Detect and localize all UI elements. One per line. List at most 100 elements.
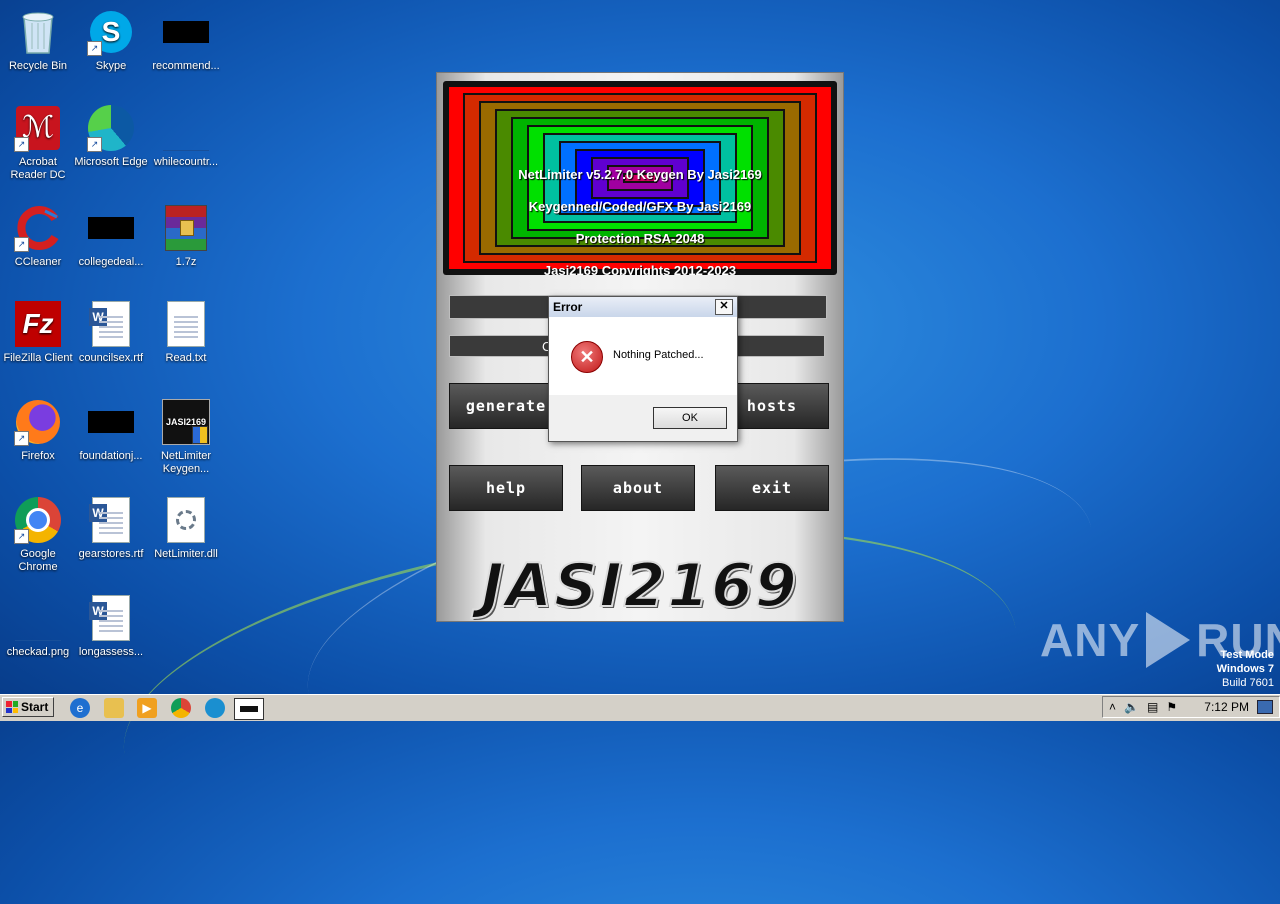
desktop-icon-label: whilecountr... — [153, 156, 219, 168]
desktop-icon-label: 1.7z — [175, 256, 197, 268]
error-message: Nothing Patched... — [613, 349, 704, 361]
exit-button[interactable]: EXIT — [715, 465, 829, 511]
desktop-icon-label: NetLimiter.dll — [154, 548, 218, 560]
desktop-icon-label: Skype — [95, 60, 127, 72]
shortcut-arrow-icon: ↗ — [14, 431, 29, 446]
recycle-bin-icon — [14, 8, 62, 56]
text-file-icon — [162, 300, 210, 348]
desktop-icon-label: CCleaner — [14, 256, 62, 268]
desktop-icon-skype[interactable]: S ↗ Skype — [73, 8, 149, 73]
system-tray: ˄ 🔈 ▤ ⚑ 7:12 PM — [1102, 696, 1280, 718]
desktop-icon-label: foundationj... — [79, 450, 143, 462]
start-button[interactable]: Start — [2, 697, 54, 717]
help-button[interactable]: HELP — [449, 465, 563, 511]
banner-title: NetLimiter v5.2.7.0 Keygen By Jasi2169 — [518, 167, 762, 182]
explorer-icon[interactable] — [104, 698, 124, 718]
ccleaner-icon: ↗ — [14, 204, 62, 252]
word-doc-icon: W — [87, 496, 135, 544]
black-thumbnail-icon — [87, 398, 135, 446]
desktop-icon-label: FileZilla Client — [3, 352, 73, 364]
desktop-icon-label: checkad.png — [6, 646, 70, 658]
desktop-icon-netlimiter-dll[interactable]: NetLimiter.dll — [148, 496, 224, 561]
banner-credits: Keygenned/Coded/GFX By Jasi2169 — [528, 199, 752, 214]
desktop-icon-label: Acrobat Reader DC — [10, 156, 66, 181]
word-doc-icon: W — [87, 594, 135, 642]
os-label: Windows 7 — [1216, 663, 1274, 675]
about-button[interactable]: ABOUT — [581, 465, 695, 511]
shortcut-arrow-icon: ↗ — [14, 529, 29, 544]
chrome-taskbar-icon[interactable] — [171, 698, 191, 718]
edge-taskbar-icon[interactable] — [205, 698, 225, 718]
desktop-icon-label: Microsoft Edge — [74, 156, 148, 168]
word-doc-icon: W — [87, 300, 135, 348]
chrome-icon: ↗ — [14, 496, 62, 544]
build-label: Build 7601 — [1222, 677, 1274, 689]
blank-thumbnail-icon — [162, 104, 210, 152]
shortcut-arrow-icon: ↗ — [14, 237, 29, 252]
test-mode-label: Test Mode — [1220, 649, 1274, 661]
desktop-icon-foundation[interactable]: foundationj... — [73, 398, 149, 463]
winrar-icon — [162, 204, 210, 252]
jasi2169-logo: JASI2169 — [480, 551, 799, 621]
desktop-icon-label: Read.txt — [165, 352, 207, 364]
desktop-icon-label: collegedeal... — [78, 256, 144, 268]
play-icon — [1146, 612, 1191, 668]
volume-icon[interactable]: 🔈 — [1124, 700, 1139, 714]
show-desktop-icon[interactable] — [1257, 700, 1273, 714]
desktop-icon-whilecountr[interactable]: whilecountr... — [148, 104, 224, 169]
black-thumbnail-icon — [162, 8, 210, 56]
desktop-icon-acrobat[interactable]: ℳ ↗ Acrobat Reader DC — [0, 104, 76, 182]
desktop-icon-filezilla[interactable]: Fz FileZilla Client — [0, 300, 76, 365]
watermark-any: ANY — [1040, 614, 1141, 666]
filezilla-icon: Fz — [14, 300, 62, 348]
error-icon: ✕ — [571, 341, 603, 373]
desktop-icon-recycle-bin[interactable]: Recycle Bin — [0, 8, 76, 73]
test-mode-notice: Test Mode Windows 7 Build 7601 — [1217, 648, 1274, 690]
up-arrow-icon[interactable]: ˄ — [1109, 700, 1116, 714]
desktop-icon-ccleaner[interactable]: ↗ CCleaner — [0, 204, 76, 269]
clock[interactable]: 7:12 PM — [1204, 700, 1249, 714]
skype-icon: S ↗ — [87, 8, 135, 56]
desktop-icon-recommend[interactable]: recommend... — [148, 8, 224, 73]
desktop-icon-1-7z[interactable]: 1.7z — [148, 204, 224, 269]
blank-thumbnail-icon — [14, 594, 62, 642]
shortcut-arrow-icon: ↗ — [14, 137, 29, 152]
desktop-icon-label: Firefox — [21, 450, 55, 462]
desktop-icon-councilsex[interactable]: W councilsex.rtf — [73, 300, 149, 365]
desktop-icon-label: NetLimiter Keygen... — [160, 450, 212, 475]
black-thumbnail-icon — [87, 204, 135, 252]
network-icon[interactable]: ▤ — [1147, 700, 1158, 714]
desktop-icon-label: councilsex.rtf — [78, 352, 144, 364]
banner-copyright: Jasi2169 Copyrights 2012-2023 — [543, 263, 737, 275]
dialog-titlebar[interactable]: Error ✕ — [549, 297, 737, 317]
taskbar: Start e ▶ ˄ 🔈 ▤ ⚑ 7:12 PM — [0, 694, 1280, 721]
error-dialog[interactable]: Error ✕ ✕ Nothing Patched... OK — [548, 296, 738, 442]
desktop-icon-label: Google Chrome — [18, 548, 58, 573]
windows-logo-icon — [6, 701, 18, 713]
keygen-taskbar-icon[interactable] — [234, 698, 264, 720]
desktop-icon-netlimiter-keygen[interactable]: JASI2169 NetLimiter Keygen... — [148, 398, 224, 476]
desktop-icon-label: recommend... — [152, 60, 220, 72]
edge-icon: ↗ — [87, 104, 135, 152]
dialog-title: Error — [553, 300, 583, 314]
close-icon[interactable]: ✕ — [715, 299, 733, 315]
ok-button[interactable]: OK — [653, 407, 727, 429]
desktop-icon-chrome[interactable]: ↗ Google Chrome — [0, 496, 76, 574]
desktop-icon-collegedeal[interactable]: collegedeal... — [73, 204, 149, 269]
ie-icon[interactable]: e — [70, 698, 90, 718]
keygen-exe-icon: JASI2169 — [162, 398, 210, 446]
desktop-icon-longassess[interactable]: W longassess... — [73, 594, 149, 659]
flag-icon[interactable]: ⚑ — [1166, 700, 1177, 714]
desktop-icon-gearstores[interactable]: W gearstores.rtf — [73, 496, 149, 561]
banner-protection: Protection RSA-2048 — [575, 231, 705, 246]
generate-button[interactable]: GENERATE — [449, 383, 563, 429]
desktop-icon-edge[interactable]: ↗ Microsoft Edge — [73, 104, 149, 169]
media-player-icon[interactable]: ▶ — [137, 698, 157, 718]
dialog-body: ✕ Nothing Patched... — [549, 317, 737, 395]
desktop-icon-firefox[interactable]: ↗ Firefox — [0, 398, 76, 463]
desktop-icon-read-txt[interactable]: Read.txt — [148, 300, 224, 365]
desktop-icon-checkad[interactable]: checkad.png — [0, 594, 76, 659]
acrobat-icon: ℳ ↗ — [14, 104, 62, 152]
start-label: Start — [21, 700, 49, 714]
firefox-icon: ↗ — [14, 398, 62, 446]
